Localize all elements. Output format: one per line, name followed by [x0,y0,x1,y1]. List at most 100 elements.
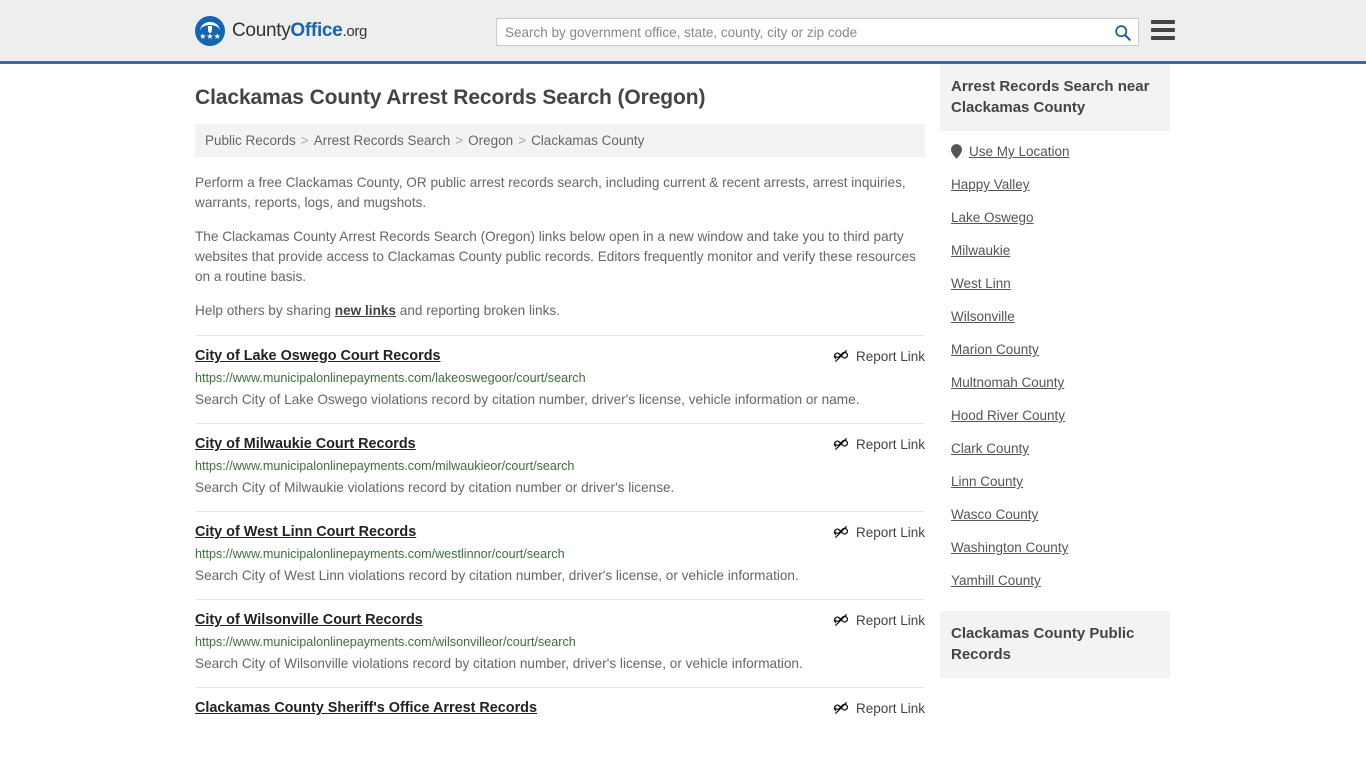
sidebar-link-label[interactable]: Washington County [951,540,1068,555]
sidebar-item-happy-valley[interactable]: Happy Valley [940,168,1170,201]
breadcrumb-item-arrest-records-search[interactable]: Arrest Records Search [314,133,451,148]
listing-url: https://www.municipalonlinepayments.com/… [195,635,576,649]
hamburger-menu-icon[interactable] [1151,20,1175,40]
sidebar-link-label[interactable]: Wasco County [951,507,1038,522]
breadcrumb-item-public-records[interactable]: Public Records [205,133,296,148]
new-links-link[interactable]: new links [335,303,396,318]
sidebar-item-linn-county[interactable]: Linn County [940,465,1170,498]
eagle-stars-logo-icon: ★★★ [195,15,225,46]
report-link-label: Report Link [855,700,925,716]
sidebar-item-marion-county[interactable]: Marion County [940,333,1170,366]
sidebar-item-washington-county[interactable]: Washington County [940,531,1170,564]
sidebar-nearby-heading: Arrest Records Search near Clackamas Cou… [940,64,1170,131]
report-link-button[interactable]: Report Link [833,348,925,364]
report-link-button[interactable]: Report Link [833,700,925,716]
report-link-label: Report Link [855,348,925,364]
listing-item: Clackamas County Sheriff's Office Arrest… [195,687,925,727]
listing-title-link[interactable]: Clackamas County Sheriff's Office Arrest… [195,700,537,716]
listing-title-link[interactable]: City of Wilsonville Court Records [195,612,423,628]
intro-paragraph-1: Perform a free Clackamas County, OR publ… [195,175,906,210]
sidebar-item-use-my-location[interactable]: Use My Location [940,135,1170,168]
broken-link-icon [833,349,849,363]
breadcrumb-separator: > [300,133,309,148]
sidebar-item-hood-river-county[interactable]: Hood River County [940,399,1170,432]
brand-part-county: County [232,19,291,41]
intro-paragraph-3: Help others by sharing new links and rep… [195,301,925,321]
search-button[interactable] [1106,19,1138,45]
report-link-button[interactable]: Report Link [833,524,925,540]
intro-text-after-link: and reporting broken links. [396,303,560,318]
broken-link-icon [833,437,849,451]
listing-header: City of Milwaukie Court Records Report L… [195,436,925,452]
sidebar-link-label[interactable]: Happy Valley [951,177,1030,192]
listing-header: City of Wilsonville Court Records Report… [195,612,925,628]
sidebar-link-label[interactable]: West Linn [951,276,1011,291]
brand-wordmark: CountyOffice.org [232,20,367,42]
page-body: Clackamas County Arrest Records Search (… [0,64,1366,727]
report-link-label: Report Link [855,524,925,540]
breadcrumb-separator: > [518,133,527,148]
sidebar-item-clark-county[interactable]: Clark County [940,432,1170,465]
broken-link-icon [833,701,849,715]
listing-url: https://www.municipalonlinepayments.com/… [195,547,565,561]
sidebar-link-label[interactable]: Marion County [951,342,1039,357]
site-header: ★★★ CountyOffice.org [0,0,1366,64]
page-title: Clackamas County Arrest Records Search (… [195,86,706,109]
sidebar-link-label[interactable]: Use My Location [969,144,1070,159]
main-column: Clackamas County Arrest Records Search (… [195,64,925,727]
report-link-label: Report Link [855,612,925,628]
listing-title-link[interactable]: City of Lake Oswego Court Records [195,348,440,364]
listing-url: https://www.municipalonlinepayments.com/… [195,459,575,473]
sidebar-link-label[interactable]: Multnomah County [951,375,1064,390]
sidebar-nearby-links: Use My Location Happy Valley Lake Oswego… [940,131,1170,597]
sidebar-item-multnomah-county[interactable]: Multnomah County [940,366,1170,399]
breadcrumb-item-clackamas-county[interactable]: Clackamas County [531,133,644,148]
sidebar-link-label[interactable]: Hood River County [951,408,1065,423]
listing-url: https://www.municipalonlinepayments.com/… [195,371,586,385]
sidebar-item-wilsonville[interactable]: Wilsonville [940,300,1170,333]
sidebar-item-milwaukie[interactable]: Milwaukie [940,234,1170,267]
intro-paragraph-2: The Clackamas County Arrest Records Sear… [195,229,916,284]
intro-text-before-link: Help others by sharing [195,303,335,318]
map-pin-icon [951,144,962,159]
listing-description: Search City of West Linn violations reco… [195,568,799,583]
sidebar-item-lake-oswego[interactable]: Lake Oswego [940,201,1170,234]
listing-title-link[interactable]: City of West Linn Court Records [195,524,416,540]
report-link-label: Report Link [855,436,925,452]
breadcrumb-separator: > [455,133,464,148]
sidebar-link-label[interactable]: Yamhill County [951,573,1041,588]
sidebar-link-label[interactable]: Linn County [951,474,1023,489]
listing-description: Search City of Wilsonville violations re… [195,656,803,671]
listing-item: City of Wilsonville Court Records Report… [195,599,925,687]
report-link-button[interactable]: Report Link [833,436,925,452]
listing-header: Clackamas County Sheriff's Office Arrest… [195,700,925,716]
listing-title-link[interactable]: City of Milwaukie Court Records [195,436,416,452]
listing-description: Search City of Milwaukie violations reco… [195,480,675,495]
sidebar: Arrest Records Search near Clackamas Cou… [940,64,1170,678]
search-icon [1114,24,1131,41]
listing-description: Search City of Lake Oswego violations re… [195,392,860,407]
brand-part-office: Office [290,19,343,41]
listing-item: City of Lake Oswego Court Records Report… [195,335,925,423]
breadcrumb: Public Records > Arrest Records Search > Ore… [195,124,925,157]
breadcrumb-item-oregon[interactable]: Oregon [468,133,513,148]
sidebar-link-label[interactable]: Clark County [951,441,1029,456]
sidebar-link-label[interactable]: Wilsonville [951,309,1015,324]
sidebar-link-label[interactable]: Lake Oswego [951,210,1034,225]
site-logo[interactable]: ★★★ CountyOffice.org [195,15,367,46]
brand-part-org: .org [342,22,368,40]
broken-link-icon [833,525,849,539]
sidebar-item-wasco-county[interactable]: Wasco County [940,498,1170,531]
sidebar-item-yamhill-county[interactable]: Yamhill County [940,564,1170,597]
sidebar-item-west-linn[interactable]: West Linn [940,267,1170,300]
report-link-button[interactable]: Report Link [833,612,925,628]
listing-item: City of Milwaukie Court Records Report L… [195,423,925,511]
search-input[interactable] [497,19,1106,45]
sidebar-public-records-heading: Clackamas County Public Records [940,611,1170,678]
sidebar-link-label[interactable]: Milwaukie [951,243,1010,258]
content-row: Clackamas County Arrest Records Search (… [195,64,1185,727]
listing-item: City of West Linn Court Records Report L… [195,511,925,599]
listing-header: City of West Linn Court Records Report L… [195,524,925,540]
broken-link-icon [833,613,849,627]
search-bar [496,18,1139,46]
